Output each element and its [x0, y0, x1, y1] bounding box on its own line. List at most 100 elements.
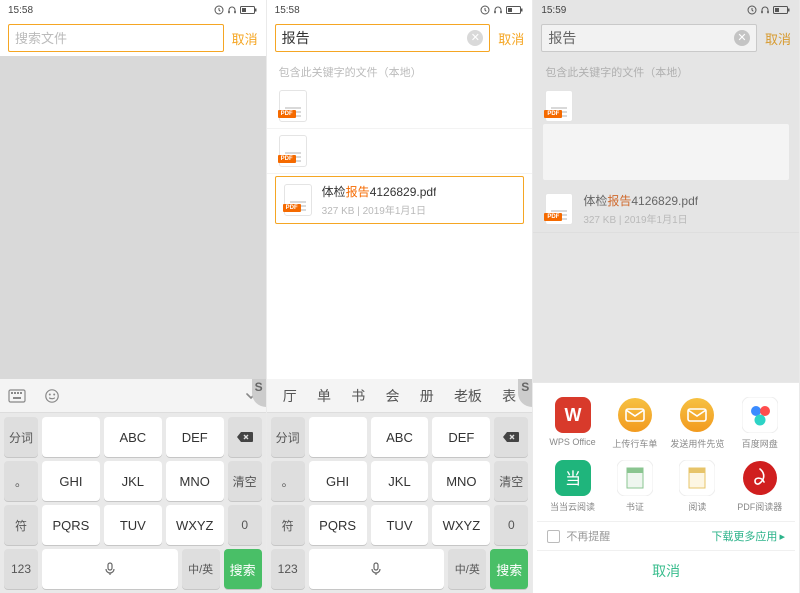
cancel-link[interactable]: 取消	[498, 29, 524, 48]
key-clear[interactable]: 清空	[228, 461, 262, 501]
key-search[interactable]: 搜索	[224, 549, 262, 589]
search-box[interactable]: 报告 ✕	[275, 24, 491, 52]
headphone-icon	[493, 5, 503, 15]
app-当当云阅读[interactable]: 当当当云阅读	[541, 460, 603, 513]
key-1[interactable]	[42, 417, 100, 457]
key-abc[interactable]: ABC	[104, 417, 162, 457]
app-PDF阅读器[interactable]: PDF阅读器	[729, 460, 791, 513]
search-query: 报告	[282, 28, 310, 48]
key-period[interactable]: 。	[4, 461, 38, 501]
sheet-cancel-button[interactable]: 取消	[537, 550, 795, 589]
keyboard: S 分词 。 符 ABC DEF GHI JKL MNO	[0, 379, 266, 593]
headphone-icon	[227, 5, 237, 15]
key-symbol[interactable]: 符	[271, 505, 305, 545]
app-发送用件先览[interactable]: 发送用件先览	[666, 397, 728, 450]
key-zero[interactable]: 0	[228, 505, 262, 545]
suggestion[interactable]: 书	[347, 386, 369, 406]
file-meta: 327 KB | 2019年1月1日	[322, 202, 437, 217]
key-tuv[interactable]: TUV	[104, 505, 162, 545]
key-backspace[interactable]	[228, 417, 262, 457]
key-num[interactable]: 123	[271, 549, 305, 589]
key-wxyz[interactable]: WXYZ	[166, 505, 224, 545]
key-period[interactable]: 。	[271, 461, 305, 501]
key-lang[interactable]: 中/英	[448, 549, 486, 589]
app-WPS Office[interactable]: WWPS Office	[541, 397, 603, 450]
app-icon	[679, 397, 715, 433]
key-mno[interactable]: MNO	[166, 461, 224, 501]
key-jkl[interactable]: JKL	[104, 461, 162, 501]
key-num[interactable]: 123	[4, 549, 38, 589]
key-symbol[interactable]: 符	[4, 505, 38, 545]
key-pqrs[interactable]: PQRS	[309, 505, 367, 545]
search-box[interactable]: 报告 ✕	[541, 24, 757, 52]
clear-icon[interactable]: ✕	[467, 30, 483, 46]
clear-icon[interactable]: ✕	[734, 30, 750, 46]
sheet-options-row: 不再提醒 下载更多应用▸	[537, 521, 795, 550]
key-clear[interactable]: 清空	[494, 461, 528, 501]
key-def[interactable]: DEF	[166, 417, 224, 457]
suggestion[interactable]: 单	[313, 386, 335, 406]
key-wxyz[interactable]: WXYZ	[432, 505, 490, 545]
key-zero[interactable]: 0	[494, 505, 528, 545]
key-ghi[interactable]: GHI	[42, 461, 100, 501]
svg-text:W: W	[564, 405, 581, 425]
file-icon: PDF	[279, 135, 307, 167]
screen-open-with: 15:59 报告 ✕ 取消 包含此关键字的文件（本地） PDF PDF	[533, 0, 800, 593]
key-pqrs[interactable]: PQRS	[42, 505, 100, 545]
app-阅读[interactable]: 阅读	[666, 460, 728, 513]
search-box[interactable]	[8, 24, 224, 52]
file-item: PDF 体检报告4126829.pdf 327 KB | 2019年1月1日	[533, 186, 799, 233]
kbd-layout-icon[interactable]	[8, 389, 26, 403]
key-mno[interactable]: MNO	[432, 461, 490, 501]
app-icon	[742, 460, 778, 496]
search-input[interactable]	[15, 31, 217, 46]
app-label: 发送用件先览	[670, 437, 724, 450]
dont-remind-checkbox[interactable]: 不再提醒	[547, 528, 610, 544]
status-bar: 15:58	[0, 0, 266, 20]
suggestion[interactable]: 老板	[450, 386, 486, 406]
file-item-highlighted[interactable]: PDF 体检报告4126829.pdf 327 KB | 2019年1月1日	[275, 176, 525, 224]
svg-text:当: 当	[565, 470, 581, 488]
file-icon: PDF	[279, 90, 307, 122]
file-badge: PDF	[278, 155, 296, 163]
mic-icon	[102, 561, 118, 577]
status-time: 15:58	[275, 5, 300, 16]
key-1[interactable]	[309, 417, 367, 457]
key-ghi[interactable]: GHI	[309, 461, 367, 501]
key-search[interactable]: 搜索	[490, 549, 528, 589]
key-tuv[interactable]: TUV	[371, 505, 429, 545]
suggestion[interactable]: 册	[416, 386, 438, 406]
emoji-icon[interactable]	[44, 388, 60, 404]
suggestion[interactable]: 会	[381, 386, 403, 406]
app-书证[interactable]: 书证	[604, 460, 666, 513]
status-icons	[747, 5, 791, 15]
key-segment[interactable]: 分词	[271, 417, 305, 457]
open-with-sheet: WWPS Office上传行车单发送用件先览百度网盘当当当云阅读书证阅读PDF阅…	[533, 382, 799, 593]
key-jkl[interactable]: JKL	[371, 461, 429, 501]
key-space[interactable]	[309, 549, 445, 589]
screen-search-results: 15:58 报告 ✕ 取消 包含此关键字的文件（本地） PDF PDF	[267, 0, 534, 593]
key-space[interactable]	[42, 549, 178, 589]
key-abc[interactable]: ABC	[371, 417, 429, 457]
suggestion[interactable]: 厅	[279, 386, 301, 406]
suggestion[interactable]: 表	[498, 386, 520, 406]
cancel-link[interactable]: 取消	[232, 29, 258, 48]
cancel-link[interactable]: 取消	[765, 29, 791, 48]
file-item[interactable]: PDF	[267, 129, 533, 174]
key-lang[interactable]: 中/英	[182, 549, 220, 589]
search-bar: 取消	[0, 20, 266, 56]
download-more-link[interactable]: 下载更多应用▸	[711, 528, 785, 544]
section-label: 包含此关键字的文件（本地）	[267, 56, 533, 84]
app-icon	[742, 397, 778, 433]
file-badge: PDF	[544, 110, 562, 118]
app-上传行车单[interactable]: 上传行车单	[604, 397, 666, 450]
key-segment[interactable]: 分词	[4, 417, 38, 457]
status-icons	[480, 5, 524, 15]
app-百度网盘[interactable]: 百度网盘	[729, 397, 791, 450]
status-time: 15:58	[8, 5, 33, 16]
key-def[interactable]: DEF	[432, 417, 490, 457]
app-icon	[617, 460, 653, 496]
key-backspace[interactable]	[494, 417, 528, 457]
file-item[interactable]: PDF	[267, 84, 533, 129]
status-bar: 15:58	[267, 0, 533, 20]
